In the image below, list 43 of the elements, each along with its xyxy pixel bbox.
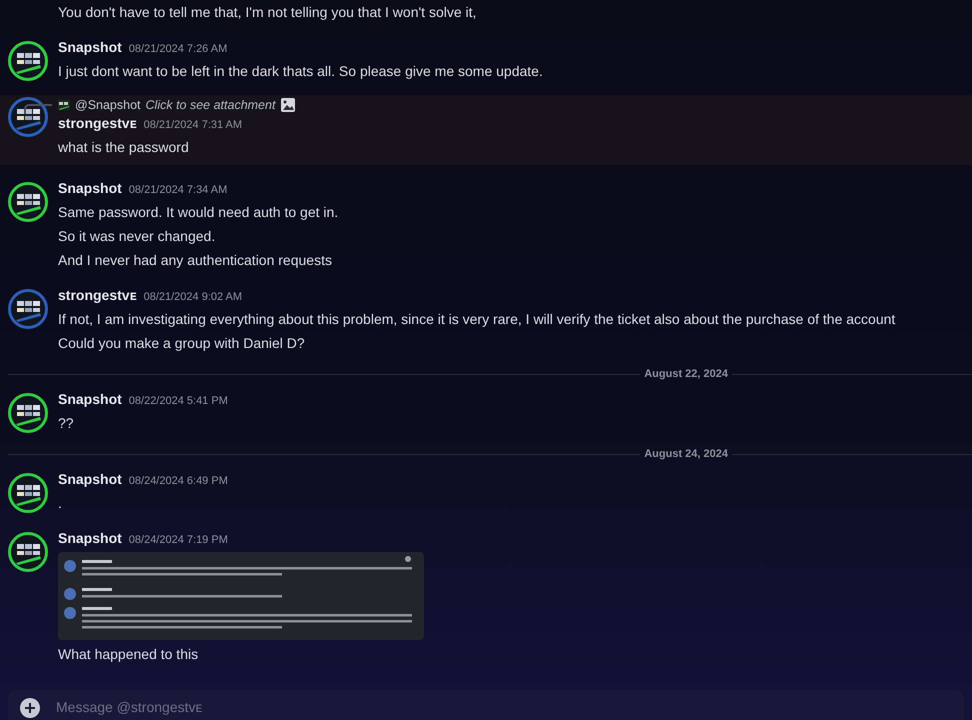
image-icon: [280, 97, 296, 113]
message-text: You don't have to tell me that, I'm not telling you that I won't solve it,: [58, 3, 478, 22]
avatar-icon[interactable]: [8, 393, 48, 433]
date-divider: August 22, 2024: [643, 368, 729, 380]
timestamp: 08/24/2024 6:49 PM: [128, 475, 228, 487]
avatar-icon[interactable]: [8, 473, 48, 513]
message-text: What happened to this: [58, 645, 200, 664]
username[interactable]: Snapshot: [58, 39, 122, 55]
timestamp: 08/21/2024 7:26 AM: [128, 43, 228, 55]
message-text: ??: [58, 414, 75, 433]
username[interactable]: Snapshot: [58, 471, 122, 487]
reply-preview[interactable]: Click to see attachment: [146, 98, 276, 112]
avatar-icon[interactable]: [8, 97, 48, 137]
message-text: what is the password: [58, 138, 190, 157]
username[interactable]: Snapshot: [58, 530, 122, 546]
message-text: Same password. It would need auth to get in.: [58, 203, 340, 222]
message-text: So it was never changed.: [58, 227, 216, 246]
username[interactable]: strongestvᴇ: [58, 115, 137, 131]
username[interactable]: Snapshot: [58, 391, 122, 407]
reply-connector-line: [24, 104, 52, 114]
reply-avatar-icon: [58, 100, 70, 110]
timestamp: 08/22/2024 5:41 PM: [128, 395, 228, 407]
message-text: Could you make a group with Daniel D?: [58, 334, 306, 353]
attachment-image[interactable]: [58, 552, 424, 640]
timestamp: 08/21/2024 9:02 AM: [144, 291, 242, 303]
message-text: And I never had any authentication requests: [58, 251, 333, 270]
message-field[interactable]: Message @strongestvᴇ: [8, 690, 964, 720]
message-text: If not, I am investigating everything about this problem, since it is very rare, I will verify the ticket also about the purchase of the account: [58, 310, 896, 329]
timestamp: 08/24/2024 7:19 PM: [128, 534, 228, 546]
timestamp: 08/21/2024 7:34 AM: [128, 184, 228, 196]
avatar-icon[interactable]: [8, 41, 48, 81]
reply-author[interactable]: @Snapshot: [75, 98, 141, 112]
avatar-icon[interactable]: [8, 289, 48, 329]
message-input[interactable]: Message @strongestvᴇ: [56, 698, 456, 716]
plus-icon[interactable]: [20, 698, 40, 718]
date-divider: August 24, 2024: [643, 448, 729, 460]
message-text: .: [58, 494, 63, 513]
username[interactable]: strongestvᴇ: [58, 287, 137, 303]
message-text: I just dont want to be left in the dark thats all. So please give me some update.: [58, 62, 544, 81]
username[interactable]: Snapshot: [58, 180, 122, 196]
timestamp: 08/21/2024 7:31 AM: [144, 119, 242, 131]
avatar-icon[interactable]: [8, 182, 48, 222]
avatar-icon[interactable]: [8, 532, 48, 572]
